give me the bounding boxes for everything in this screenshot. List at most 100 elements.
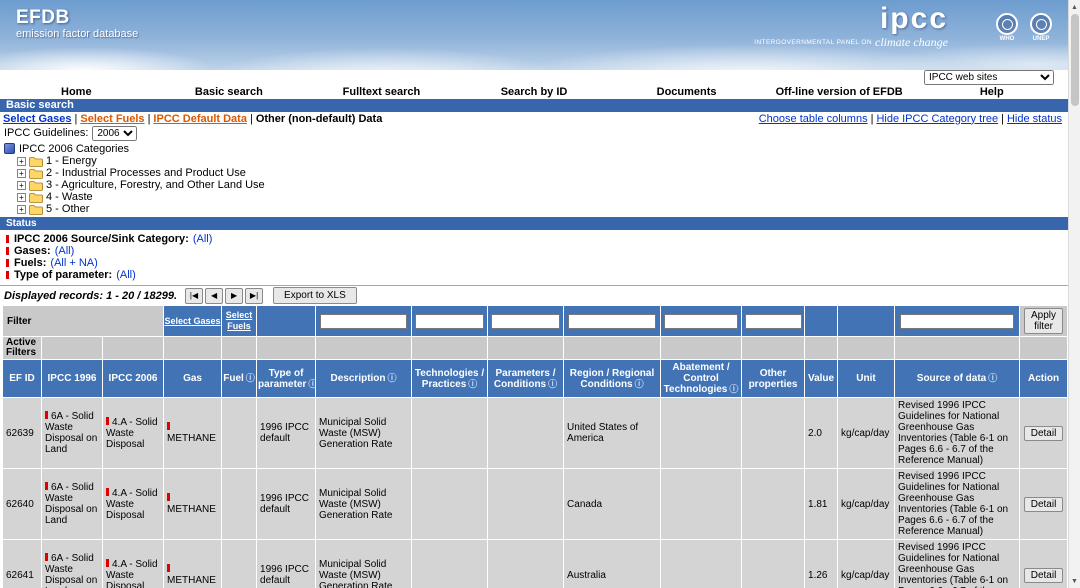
status-item: Type of parameter: (All) [6, 269, 1068, 281]
apply-filter-button[interactable]: Apply filter [1024, 308, 1064, 334]
expand-icon[interactable] [17, 180, 26, 190]
status-value-link[interactable]: (All) [193, 233, 213, 245]
filter-technologies-input[interactable] [415, 313, 485, 329]
filter-links-row: Select Gases | Select Fuels | IPCC Default D… [0, 112, 1068, 125]
tree-node-label: 5 - Other [46, 203, 90, 215]
pager-button[interactable]: |◀ [185, 287, 204, 304]
view-links: Choose table columns | Hide IPCC Category … [759, 113, 1062, 125]
select-fuels-link[interactable]: Select Fuels [80, 113, 144, 125]
info-icon[interactable]: ⓘ [468, 379, 477, 389]
region-cell: Canada [564, 469, 661, 539]
tree-node-label: 2 - Industrial Processes and Product Use [46, 167, 246, 179]
select-fuels-filter-link[interactable]: Select Fuels [226, 310, 253, 331]
ipcc-wordmark: ipcc [879, 2, 948, 35]
nav-item[interactable]: Basic search [153, 86, 306, 98]
info-icon[interactable]: ⓘ [388, 373, 397, 383]
select-gases-link[interactable]: Select Gases [3, 113, 72, 125]
info-icon[interactable]: ⓘ [635, 379, 644, 389]
hide-status-link[interactable]: Hide status [1007, 113, 1062, 125]
ipcc-1996-cell: 6A - Solid Waste Disposal on Land [42, 540, 102, 588]
expand-icon[interactable] [17, 204, 26, 214]
detail-button[interactable]: Detail [1023, 567, 1064, 583]
scrollbar-thumb[interactable] [1070, 14, 1079, 106]
folder-icon [29, 192, 43, 203]
pager-button[interactable]: ▶ [225, 287, 244, 304]
nav-item[interactable]: Search by ID [458, 86, 611, 98]
tree-root[interactable]: IPCC 2006 Categories [4, 142, 1064, 155]
col-label: Other properties [748, 367, 798, 390]
results-table: Filter Select Gases Select Fuels Apply f… [2, 305, 1068, 588]
other-data-link[interactable]: Other (non-default) Data [256, 113, 383, 125]
ipcc-guidelines-label: IPCC Guidelines: [4, 127, 89, 139]
tree-node[interactable]: 3 - Agriculture, Forestry, and Other Lan… [17, 179, 1064, 191]
guidelines-select[interactable]: 2006 [92, 125, 138, 141]
choose-table-columns-link[interactable]: Choose table columns [759, 113, 868, 125]
status-marker-icon [6, 246, 9, 255]
status-value-link[interactable]: (All) [55, 245, 75, 257]
pager-button[interactable]: ▶| [245, 287, 264, 304]
nav-item[interactable]: Fulltext search [305, 86, 458, 98]
ipcc-websites-select[interactable]: IPCC web sites [924, 70, 1054, 85]
technologies-cell [412, 398, 488, 468]
unit-cell: kg/cap/day [838, 398, 895, 468]
status-label: IPCC 2006 Source/Sink Category: [14, 232, 189, 245]
tree-node-label: 1 - Energy [46, 155, 97, 167]
ipcc-2006-text: 4.A - Solid Waste Disposal [106, 558, 158, 588]
info-icon[interactable]: ⓘ [548, 379, 557, 389]
pager-button[interactable]: ◀ [205, 287, 224, 304]
filter-value-cell [805, 306, 838, 336]
status-value-link[interactable]: (All + NA) [50, 257, 97, 269]
select-gases-filter-link[interactable]: Select Gases [165, 316, 221, 326]
nav-item[interactable]: Help [915, 86, 1068, 98]
filter-description-input[interactable] [319, 313, 408, 329]
filter-source-input[interactable] [899, 313, 1015, 329]
info-icon[interactable]: ⓘ [729, 384, 738, 394]
type-of-parameter-cell: 1996 IPCC default [257, 469, 316, 539]
status-marker-icon [167, 493, 171, 501]
info-icon[interactable]: ⓘ [988, 373, 997, 383]
col-unit: Unit [838, 360, 895, 397]
hide-category-tree-link[interactable]: Hide IPCC Category tree [876, 113, 998, 125]
filter-abatement-input[interactable] [664, 313, 738, 329]
expand-icon[interactable] [17, 168, 26, 178]
description-cell: Municipal Solid Waste (MSW) Generation R… [316, 540, 412, 588]
filter-type-cell [257, 306, 316, 336]
status-marker-icon [45, 553, 48, 561]
col-label: IPCC 1996 [47, 373, 97, 384]
tree-node[interactable]: 4 - Waste [17, 191, 1064, 203]
status-value-link[interactable]: (All) [116, 269, 136, 281]
scroll-up-icon[interactable]: ▲ [1069, 0, 1080, 14]
abatement-cell [661, 469, 742, 539]
filter-technologies-cell [412, 306, 488, 336]
gas-cell: METHANE [164, 398, 222, 468]
nav-item[interactable]: Off-line version of EFDB [763, 86, 916, 98]
ipcc-default-data-link[interactable]: IPCC Default Data [153, 113, 247, 125]
tree-node[interactable]: 5 - Other [17, 203, 1064, 215]
status-marker-icon [167, 564, 171, 572]
info-icon[interactable]: ⓘ [246, 373, 255, 383]
tree-node[interactable]: 2 - Industrial Processes and Product Use [17, 167, 1064, 179]
export-xls-button[interactable]: Export to XLS [273, 287, 357, 304]
unit-cell: kg/cap/day [838, 469, 895, 539]
separator: | [870, 112, 874, 125]
nav-item[interactable]: Documents [610, 86, 763, 98]
col-technologies: Technologies / Practices ⓘ [412, 360, 488, 397]
scroll-down-icon[interactable]: ▼ [1069, 574, 1080, 588]
nav-item[interactable]: Home [0, 86, 153, 98]
table-row: 62640 6A - Solid Waste Disposal on Land … [3, 469, 1068, 539]
col-action: Action [1020, 360, 1068, 397]
tree-node[interactable]: 1 - Energy [17, 155, 1064, 167]
filter-parameters-input[interactable] [491, 313, 561, 329]
expand-icon[interactable] [17, 156, 26, 166]
info-icon[interactable]: ⓘ [308, 379, 315, 389]
detail-button[interactable]: Detail [1023, 496, 1064, 512]
vertical-scrollbar[interactable]: ▲ ▼ [1068, 0, 1080, 588]
ipcc-1996-cell: 6A - Solid Waste Disposal on Land [42, 398, 102, 468]
ipcc-1996-text: 6A - Solid Waste Disposal on Land [45, 411, 98, 455]
filter-other-properties-input[interactable] [744, 313, 802, 329]
expand-icon[interactable] [17, 192, 26, 202]
filter-region-input[interactable] [567, 313, 657, 329]
col-abatement: Abatement / Control Technologies ⓘ [661, 360, 742, 397]
guidelines-row: IPCC Guidelines: 2006 [0, 125, 1068, 141]
detail-button[interactable]: Detail [1023, 425, 1064, 441]
